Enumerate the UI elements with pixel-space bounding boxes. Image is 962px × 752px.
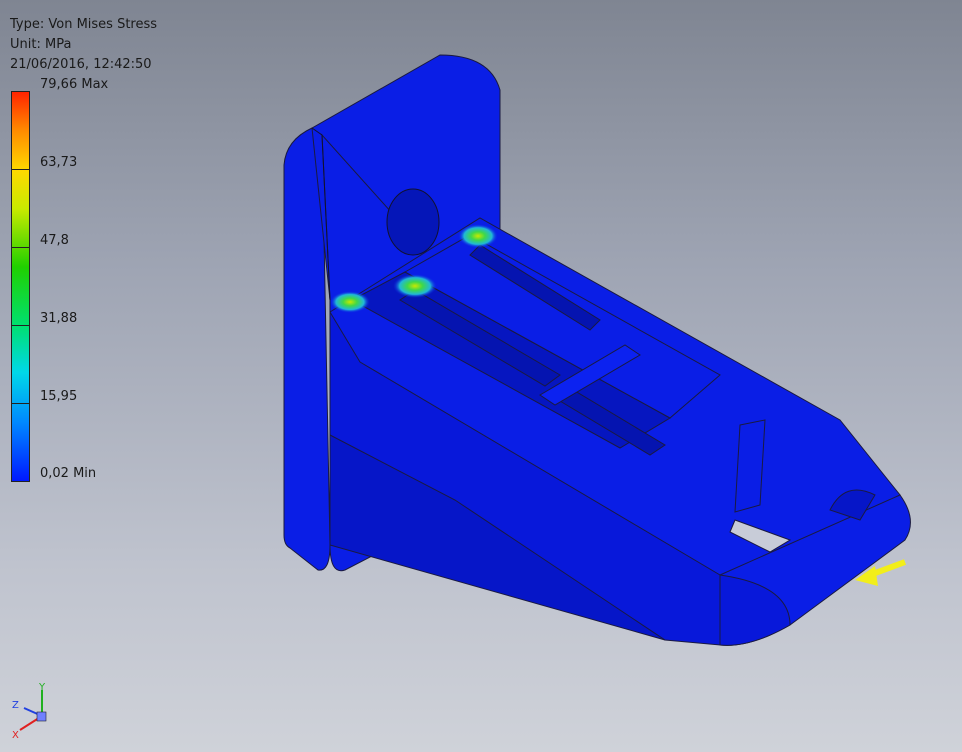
result-unit-label: Unit: MPa [10, 37, 72, 52]
legend-tick [11, 403, 30, 404]
axis-z-label: Z [12, 700, 19, 711]
legend-label: 31,88 [40, 311, 78, 326]
bracket-model[interactable] [0, 0, 962, 752]
stress-hotspot-1 [330, 291, 370, 313]
axis-y-label: Y [38, 682, 46, 693]
graphics-viewport[interactable]: Type: Von Mises Stress Unit: MPa 21/06/2… [0, 0, 962, 752]
stress-hotspot-3 [458, 224, 498, 248]
legend-tick [11, 169, 30, 170]
mounting-hole [386, 188, 440, 256]
axis-x-label: X [12, 730, 19, 741]
stress-hotspot-2 [393, 274, 437, 298]
tip-tab [734, 419, 766, 513]
legend-label-min: 0,02 Min [40, 466, 97, 481]
legend-tick [11, 325, 30, 326]
result-type-label: Type: Von Mises Stress [10, 17, 158, 32]
result-timestamp: 21/06/2016, 12:42:50 [10, 57, 152, 72]
axis-triad-icon[interactable]: Y Z X [6, 682, 66, 744]
stress-color-legend[interactable] [11, 91, 30, 482]
legend-label: 47,8 [40, 233, 69, 248]
legend-tick [11, 247, 30, 248]
legend-label: 63,73 [40, 155, 78, 170]
legend-label: 15,95 [40, 389, 78, 404]
legend-label-max: 79,66 Max [40, 77, 109, 92]
